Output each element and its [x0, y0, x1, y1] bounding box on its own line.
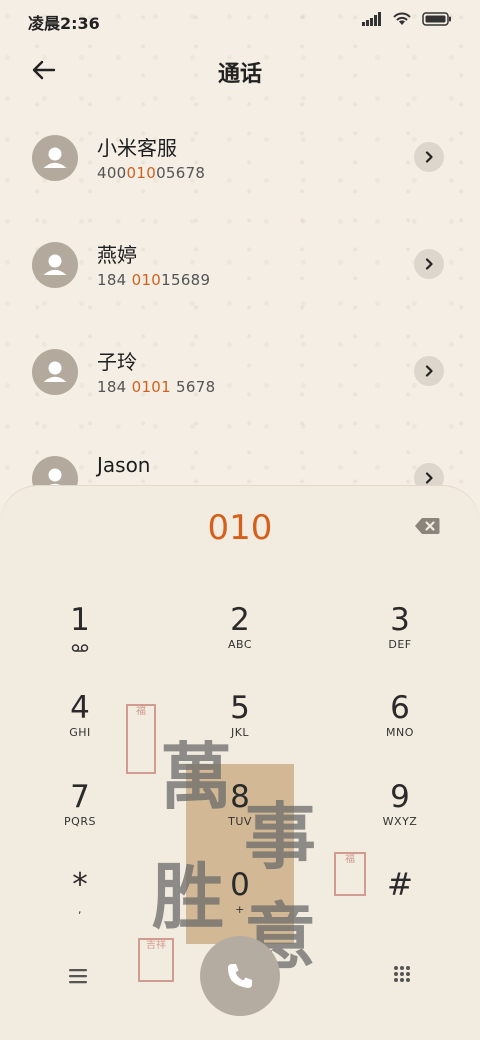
key-digit: 2	[230, 602, 250, 638]
key-7[interactable]: 7 PQRS	[20, 779, 140, 849]
number-suffix: 15689	[161, 271, 211, 289]
key-letters: ,	[78, 903, 82, 916]
number-prefix: 184	[97, 378, 132, 396]
contact-item[interactable]: 子玲 184 0101 5678	[0, 336, 480, 426]
number-suffix: 05678	[156, 164, 206, 182]
signal-icon	[362, 11, 381, 26]
key-digit: #	[387, 867, 413, 903]
number-prefix: 184	[97, 271, 132, 289]
top-bar: 通话	[0, 48, 480, 92]
key-5[interactable]: 5 JKL	[180, 690, 300, 760]
key-9[interactable]: 9 WXYZ	[340, 779, 460, 849]
key-letters: ABC	[227, 638, 253, 651]
key-letters: GHI	[69, 726, 91, 739]
avatar	[32, 135, 78, 181]
key-letters: WXYZ	[382, 815, 418, 828]
contact-detail-button[interactable]	[414, 142, 444, 172]
dialpad-icon[interactable]	[392, 964, 412, 984]
avatar	[32, 242, 78, 288]
key-2[interactable]: 2 ABC	[180, 602, 300, 672]
number-match: 010	[131, 271, 162, 289]
page-title: 通话	[217, 62, 262, 87]
key-letters: MNO	[386, 726, 414, 739]
key-digit: 6	[390, 690, 410, 726]
key-digit: 4	[70, 690, 90, 726]
contact-number: 40001005678	[97, 164, 205, 182]
key-letters: DEF	[388, 638, 412, 651]
status-bar: 凌晨2:36	[0, 0, 480, 40]
chevron-right-icon	[425, 365, 433, 377]
wallpaper-seal: 吉祥	[138, 938, 174, 982]
key-4[interactable]: 4 GHI	[20, 690, 140, 760]
voicemail-icon	[71, 644, 89, 652]
key-digit: 0	[230, 867, 250, 903]
number-match: 010	[126, 164, 157, 182]
key-digit: 1	[70, 602, 90, 638]
status-icons	[362, 11, 452, 26]
contact-name: 小米客服	[97, 136, 177, 160]
chevron-right-icon	[425, 472, 433, 484]
battery-icon	[422, 11, 451, 26]
key-letters: PQRS	[64, 815, 96, 828]
key-digit: 7	[70, 779, 90, 815]
key-digit: 9	[390, 779, 410, 815]
menu-icon[interactable]	[66, 966, 90, 986]
backspace-icon[interactable]	[414, 517, 440, 535]
key-1[interactable]: 1	[20, 602, 140, 672]
key-hash[interactable]: #	[340, 867, 460, 937]
key-star[interactable]: * ,	[20, 867, 140, 937]
wifi-icon	[393, 12, 411, 25]
contact-name: Jason	[97, 453, 151, 477]
number-match: 0101	[131, 378, 171, 396]
key-digit: 5	[230, 690, 250, 726]
contact-number: 184 0101 5678	[97, 378, 215, 396]
key-letters: +	[235, 903, 245, 916]
call-button[interactable]	[200, 936, 280, 1016]
contact-detail-button[interactable]	[414, 249, 444, 279]
key-6[interactable]: 6 MNO	[340, 690, 460, 760]
chevron-right-icon	[425, 258, 433, 270]
chevron-right-icon	[425, 151, 433, 163]
key-digit: *	[72, 867, 88, 903]
status-time: 凌晨2:36	[28, 14, 100, 33]
person-icon	[43, 147, 67, 168]
contact-detail-button[interactable]	[414, 356, 444, 386]
person-icon	[43, 361, 67, 382]
contact-number: 184 01015689	[97, 271, 210, 289]
contact-item[interactable]: 燕婷 184 01015689	[0, 229, 480, 319]
avatar	[32, 349, 78, 395]
key-0[interactable]: 0 +	[180, 867, 300, 937]
dialed-number: 010	[207, 508, 273, 548]
key-letters: JKL	[230, 726, 250, 739]
contact-name: 燕婷	[97, 243, 137, 267]
key-8[interactable]: 8 TUV	[180, 779, 300, 849]
dialer-panel: 萬 事 胜 意 福 福 吉祥 010 1 2 ABC 3 DEF 4 GHI 5…	[0, 486, 480, 1040]
phone-icon	[228, 964, 252, 988]
contact-name: 子玲	[97, 350, 137, 374]
key-digit: 8	[230, 779, 250, 815]
key-letters: TUV	[228, 815, 252, 828]
key-digit: 3	[390, 602, 410, 638]
person-icon	[43, 254, 67, 275]
number-suffix: 5678	[170, 378, 216, 396]
key-3[interactable]: 3 DEF	[340, 602, 460, 672]
contact-item[interactable]: 小米客服 40001005678	[0, 122, 480, 212]
number-prefix: 400	[97, 164, 127, 182]
